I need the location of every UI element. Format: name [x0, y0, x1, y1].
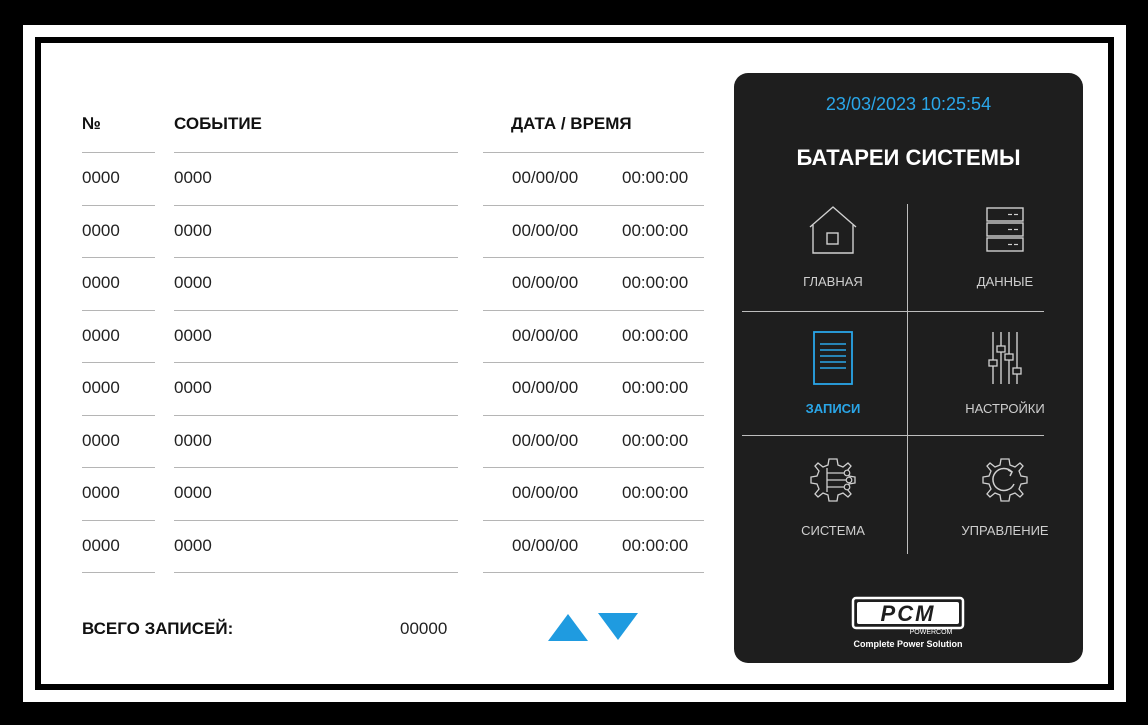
current-datetime: 23/03/2023 10:25:54: [825, 94, 992, 114]
row-divider: [82, 415, 155, 416]
row-event: 0000: [174, 378, 212, 397]
menu-label-data: ДАННЫЕ: [976, 274, 1034, 289]
menu-item-system[interactable]: СИСТЕМА: [748, 440, 918, 560]
logo-tagline: Complete Power Solution: [853, 639, 962, 649]
row-date: 00/00/00: [512, 483, 579, 502]
row-divider: [483, 152, 704, 153]
row-time: 00:00:00: [622, 326, 689, 345]
row-divider: [174, 467, 458, 468]
row-divider: [483, 415, 704, 416]
row-divider: [174, 572, 458, 573]
row-divider: [174, 152, 458, 153]
row-divider: [174, 257, 458, 258]
row-divider: [483, 572, 704, 573]
powercom-logo: PCM POWERCOM Complete Power Solution: [847, 596, 969, 652]
column-header-number: №: [82, 114, 101, 133]
row-divider: [82, 520, 155, 521]
arrow-down-icon: [598, 613, 638, 640]
logo-brand: PCM: [881, 601, 936, 626]
row-divider: [483, 205, 704, 206]
menu-item-data[interactable]: ДАННЫЕ: [920, 191, 1090, 311]
row-divider: [82, 467, 155, 468]
row-divider: [82, 205, 155, 206]
side-panel: 23/03/2023 10:25:54 БАТАРЕИ СИСТЕМЫ ГЛАВ…: [734, 73, 1083, 663]
row-event: 0000: [174, 273, 212, 292]
server-icon: [986, 207, 1024, 252]
menu-label-system: СИСТЕМА: [801, 523, 865, 538]
column-header-event: СОБЫТИЕ: [174, 114, 262, 133]
menu-label-records: ЗАПИСИ: [805, 401, 861, 416]
row-event: 0000: [174, 326, 212, 345]
row-date: 00/00/00: [512, 273, 579, 292]
total-records-label: ВСЕГО ЗАПИСЕЙ:: [82, 619, 234, 638]
menu-item-control[interactable]: УПРАВЛЕНИЕ: [920, 440, 1090, 560]
row-number: 0000: [82, 536, 120, 555]
row-divider: [82, 257, 155, 258]
arrow-up-icon: [548, 614, 588, 641]
row-number: 0000: [82, 378, 120, 397]
row-divider: [82, 572, 155, 573]
row-number: 0000: [82, 431, 120, 450]
home-icon: [809, 206, 857, 254]
row-time: 00:00:00: [622, 483, 689, 502]
row-date: 00/00/00: [512, 326, 579, 345]
row-divider: [483, 520, 704, 521]
control-gear-icon: [982, 458, 1028, 502]
menu-item-settings[interactable]: НАСТРОЙКИ: [920, 316, 1090, 436]
row-time: 00:00:00: [622, 273, 689, 292]
row-number: 0000: [82, 326, 120, 345]
row-divider: [174, 520, 458, 521]
arrow-down-button[interactable]: [597, 612, 639, 642]
row-date: 00/00/00: [512, 378, 579, 397]
row-event: 0000: [174, 431, 212, 450]
system-gear-icon: [810, 458, 856, 502]
menu-label-control: УПРАВЛЕНИЕ: [961, 523, 1049, 538]
sliders-icon: [988, 332, 1022, 384]
row-time: 00:00:00: [622, 378, 689, 397]
row-number: 0000: [82, 221, 120, 240]
row-date: 00/00/00: [512, 221, 579, 240]
row-event: 0000: [174, 483, 212, 502]
menu-divider-horizontal: [742, 311, 1044, 312]
row-time: 00:00:00: [622, 221, 689, 240]
row-date: 00/00/00: [512, 536, 579, 555]
row-number: 0000: [82, 168, 120, 187]
panel-title: БАТАРЕИ СИСТЕМЫ: [796, 145, 1021, 170]
row-divider: [82, 362, 155, 363]
row-time: 00:00:00: [622, 431, 689, 450]
row-date: 00/00/00: [512, 431, 579, 450]
row-divider: [483, 362, 704, 363]
row-number: 0000: [82, 273, 120, 292]
row-divider: [483, 467, 704, 468]
column-header-datetime: ДАТА / ВРЕМЯ: [511, 114, 632, 133]
document-icon: [813, 331, 853, 385]
arrow-up-button[interactable]: [547, 612, 589, 642]
menu-label-home: ГЛАВНАЯ: [803, 274, 863, 289]
menu-item-records[interactable]: ЗАПИСИ: [748, 316, 918, 436]
logo-sub: POWERCOM: [910, 629, 953, 636]
row-event: 0000: [174, 221, 212, 240]
row-divider: [483, 257, 704, 258]
row-time: 00:00:00: [622, 168, 689, 187]
row-number: 0000: [82, 483, 120, 502]
total-records-value: 00000: [400, 619, 448, 638]
row-divider: [174, 205, 458, 206]
row-divider: [82, 310, 155, 311]
row-date: 00/00/00: [512, 168, 579, 187]
row-divider: [174, 362, 458, 363]
row-divider: [174, 415, 458, 416]
row-time: 00:00:00: [622, 536, 689, 555]
row-event: 0000: [174, 168, 212, 187]
menu-label-settings: НАСТРОЙКИ: [965, 401, 1045, 416]
row-event: 0000: [174, 536, 212, 555]
row-divider: [483, 310, 704, 311]
row-divider: [174, 310, 458, 311]
menu-item-home[interactable]: ГЛАВНАЯ: [748, 191, 918, 311]
row-divider: [82, 152, 155, 153]
